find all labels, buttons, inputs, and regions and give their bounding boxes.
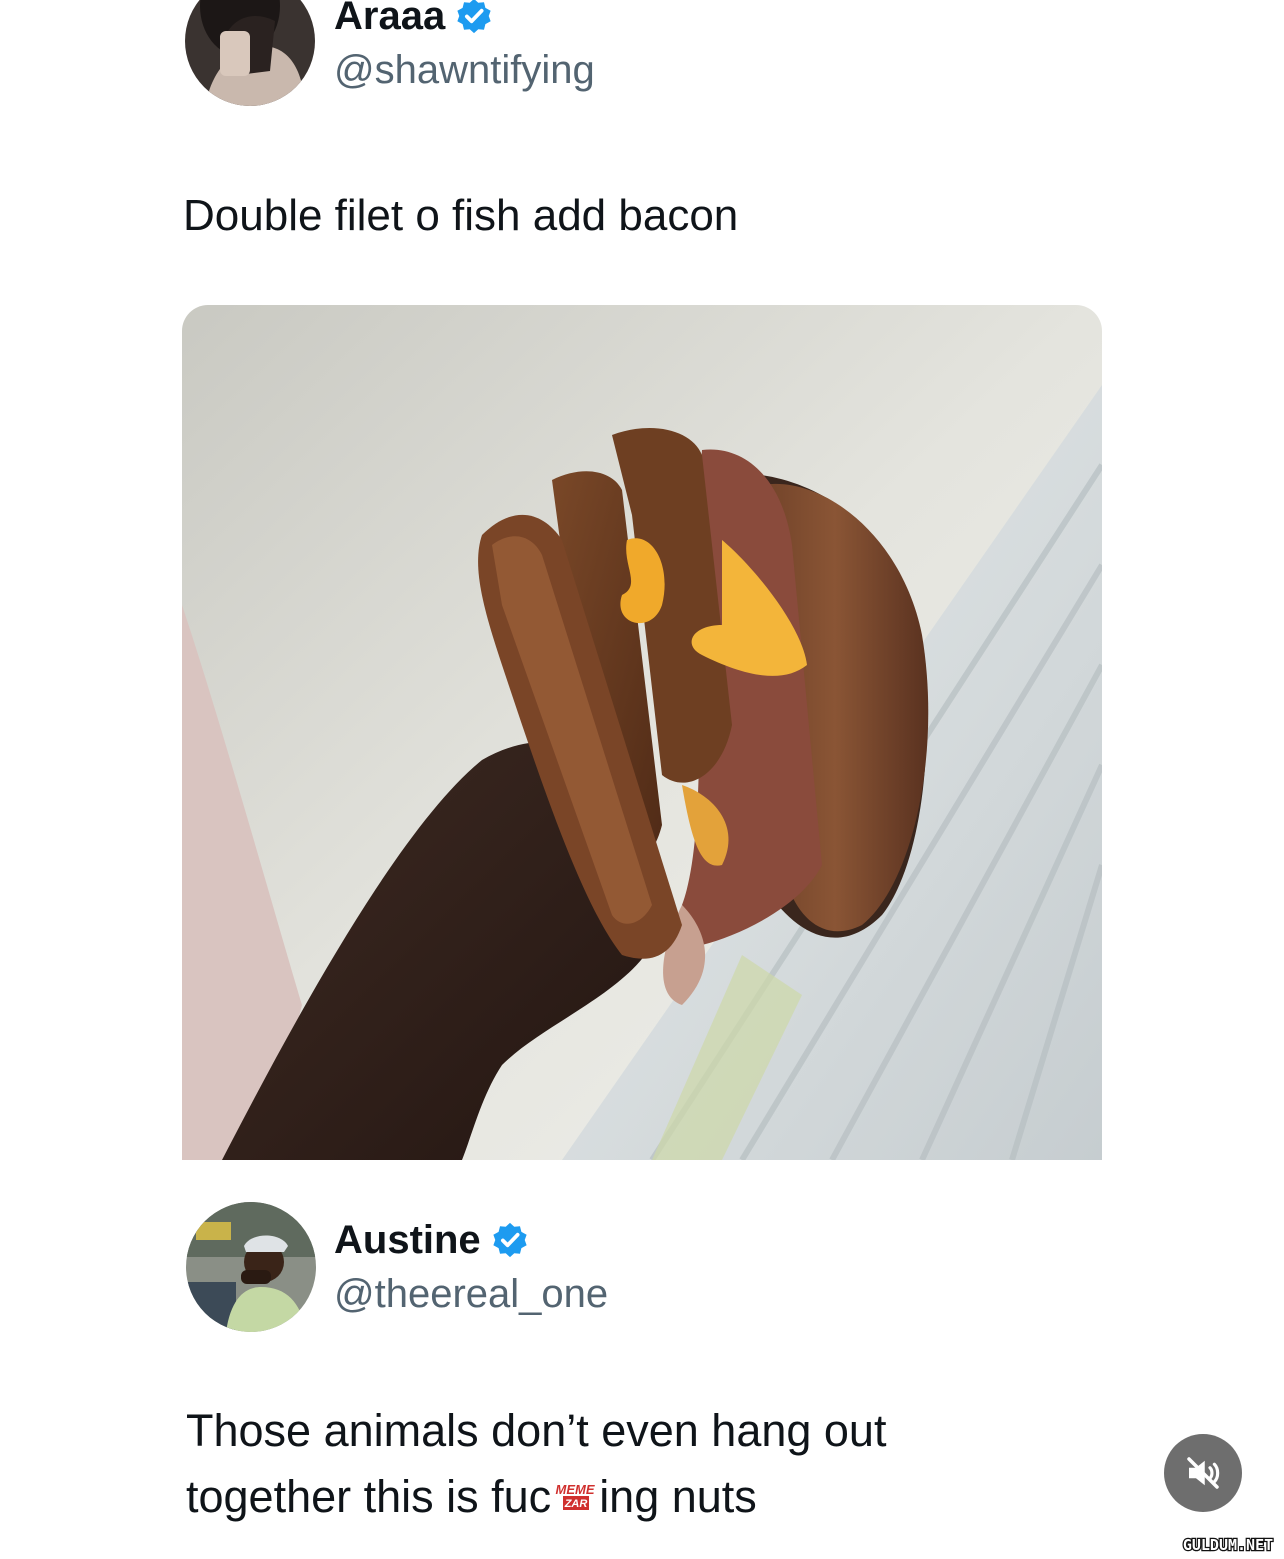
author-name[interactable]: Austine xyxy=(334,1216,529,1264)
tweet-text-line-2-end: ing nuts xyxy=(599,1471,757,1522)
verified-badge-icon xyxy=(455,0,493,35)
author-name-text: Araaa xyxy=(334,0,446,38)
avatar-austine[interactable] xyxy=(186,1202,316,1332)
author-name[interactable]: Araaa xyxy=(334,0,493,40)
svg-text:GULDUM.NET: GULDUM.NET xyxy=(1183,1536,1273,1554)
tweet-media-photo[interactable] xyxy=(182,305,1102,1160)
watermark-logo: GULDUM.NET xyxy=(1178,1533,1278,1555)
mute-button[interactable] xyxy=(1164,1434,1242,1512)
tweet-text-line-2-start: together this is fuc xyxy=(186,1471,552,1522)
meme-zar-logo-icon: MEME ZAR xyxy=(551,1474,599,1518)
author-handle[interactable]: @theereal_one xyxy=(334,1270,608,1318)
author-handle[interactable]: @shawntifying xyxy=(334,46,595,94)
author-name-text: Austine xyxy=(334,1218,481,1262)
avatar-araaa[interactable] xyxy=(185,0,315,106)
speaker-muted-icon xyxy=(1187,1457,1220,1489)
tweet-text-line-2: together this is fuc MEME ZAR ing nuts xyxy=(186,1464,1146,1530)
svg-text:MEME: MEME xyxy=(556,1482,595,1497)
svg-text:ZAR: ZAR xyxy=(564,1498,588,1510)
sandwich-photo-icon xyxy=(182,305,1102,1160)
tweet-text-line-1: Those animals don’t even hang out xyxy=(186,1405,887,1456)
tweet-text: Double filet o fish add bacon xyxy=(183,191,739,240)
guldum-watermark-icon: GULDUM.NET xyxy=(1182,1535,1275,1555)
profile-photo-icon xyxy=(185,0,315,106)
tweet-text: Those animals don’t even hang out togeth… xyxy=(186,1398,1146,1530)
verified-badge-icon xyxy=(491,1221,529,1259)
profile-photo-icon xyxy=(186,1202,316,1332)
